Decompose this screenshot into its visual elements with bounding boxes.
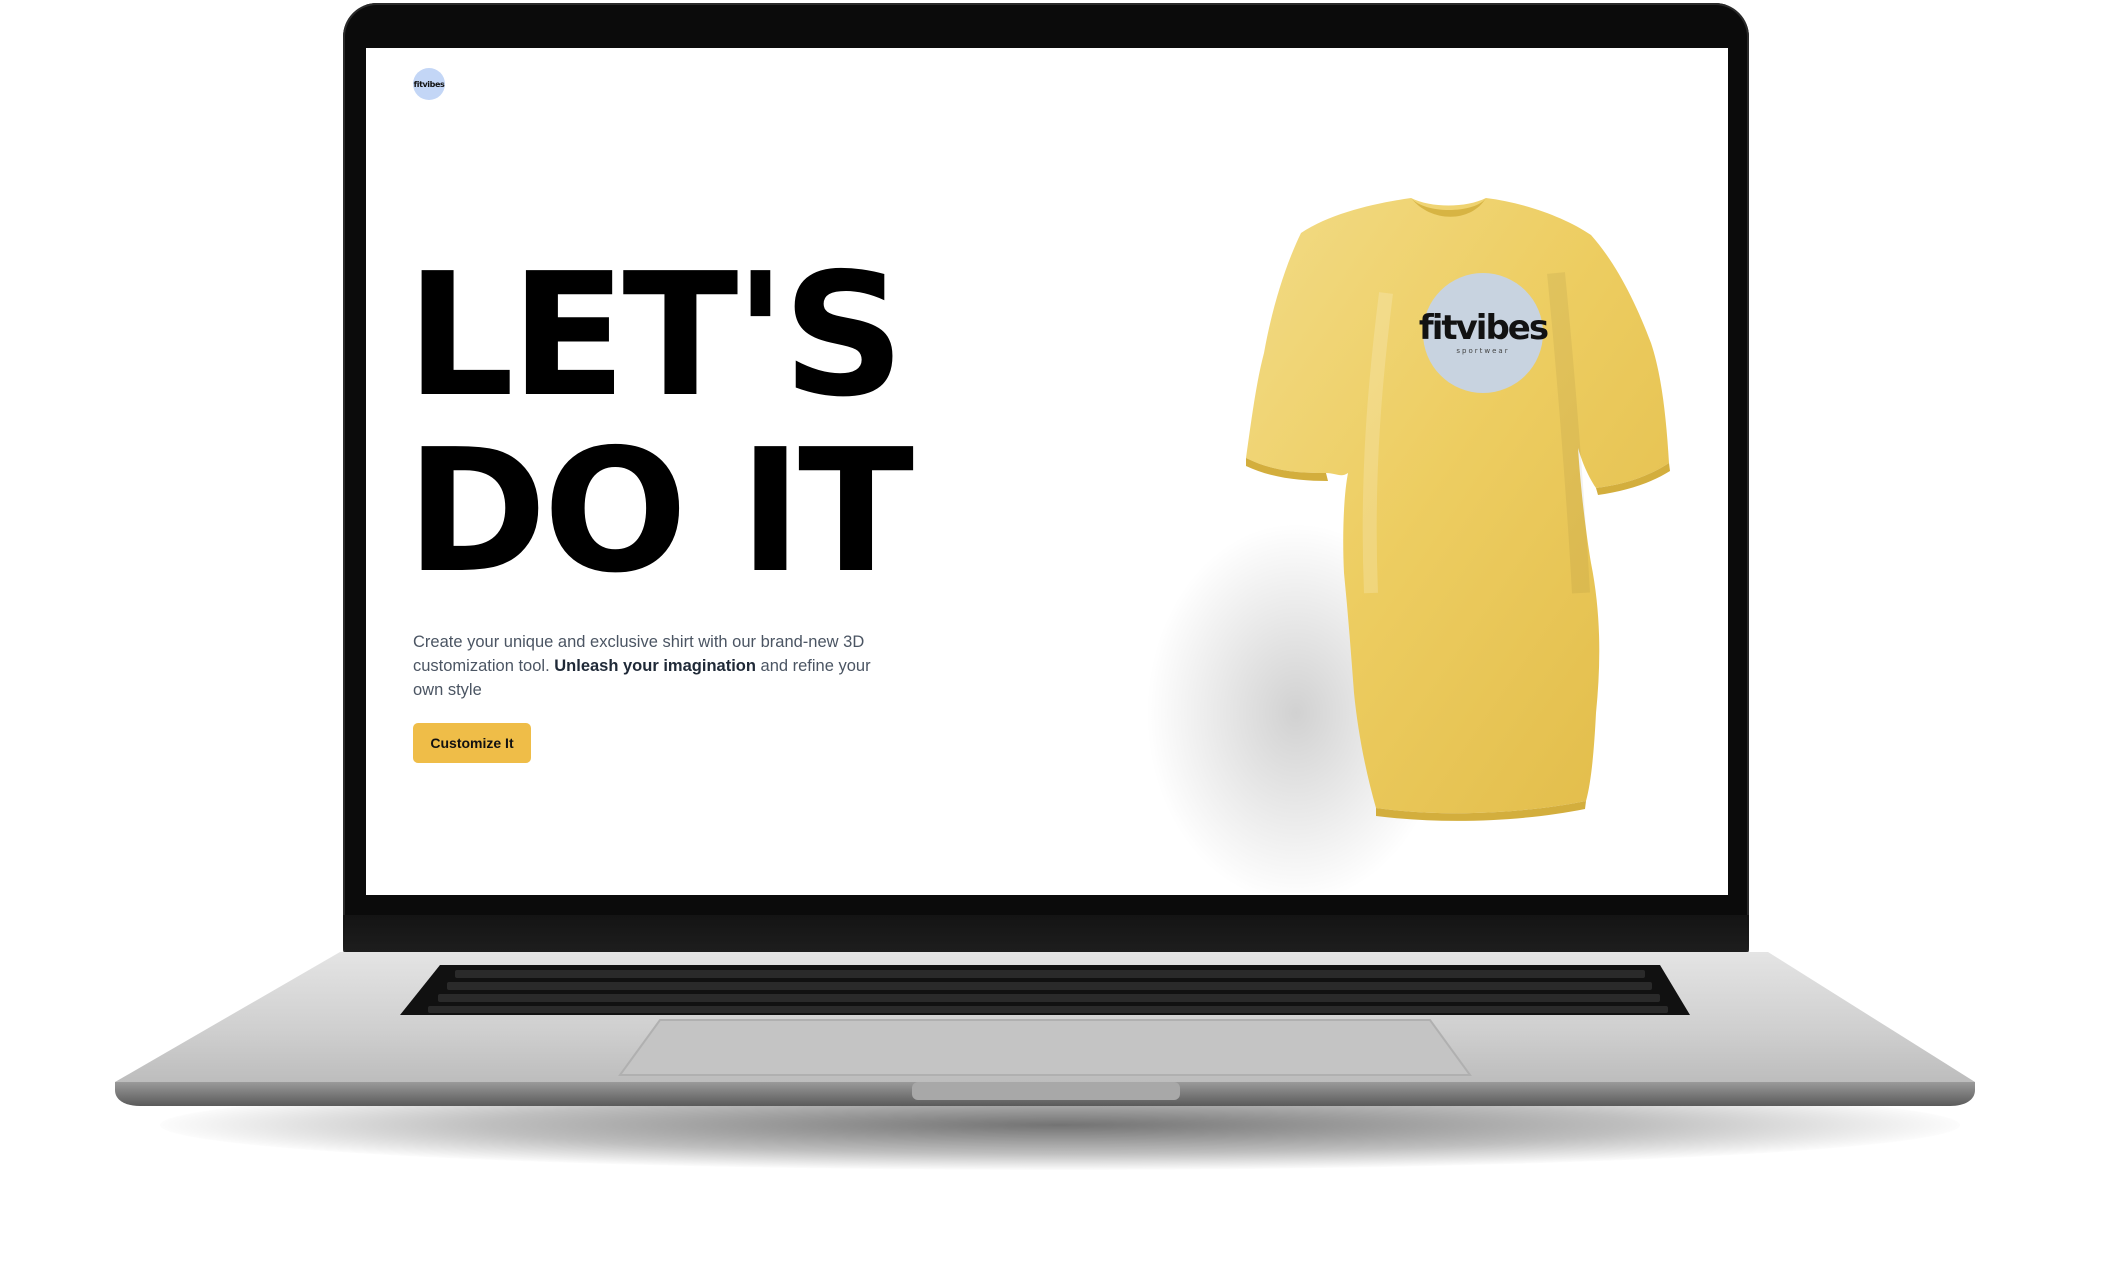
logo-text: fitvibes bbox=[413, 79, 445, 89]
headline-line-2: DO IT bbox=[406, 413, 914, 611]
tshirt-icon: fitvibes sportwear bbox=[1146, 198, 1670, 893]
hero-headline: LET'S DO IT bbox=[406, 237, 914, 611]
fitvibes-logo-icon[interactable]: fitvibes bbox=[413, 68, 445, 100]
hero-description: Create your unique and exclusive shirt w… bbox=[413, 630, 883, 702]
shirt-logo-text: fitvibes bbox=[1419, 308, 1548, 348]
headline-line-1: LET'S bbox=[406, 237, 905, 435]
shirt-logo-subtext: sportwear bbox=[1456, 347, 1509, 355]
shirt-3d-preview[interactable]: fitvibes sportwear bbox=[1086, 173, 1706, 893]
customize-it-button[interactable]: Customize It bbox=[413, 723, 531, 763]
stage: fitvibes LET'S DO IT Create your unique … bbox=[0, 0, 2107, 1264]
laptop-screen: fitvibes LET'S DO IT Create your unique … bbox=[366, 48, 1728, 895]
description-bold: Unleash your imagination bbox=[554, 657, 756, 675]
laptop-base bbox=[115, 952, 1975, 1106]
